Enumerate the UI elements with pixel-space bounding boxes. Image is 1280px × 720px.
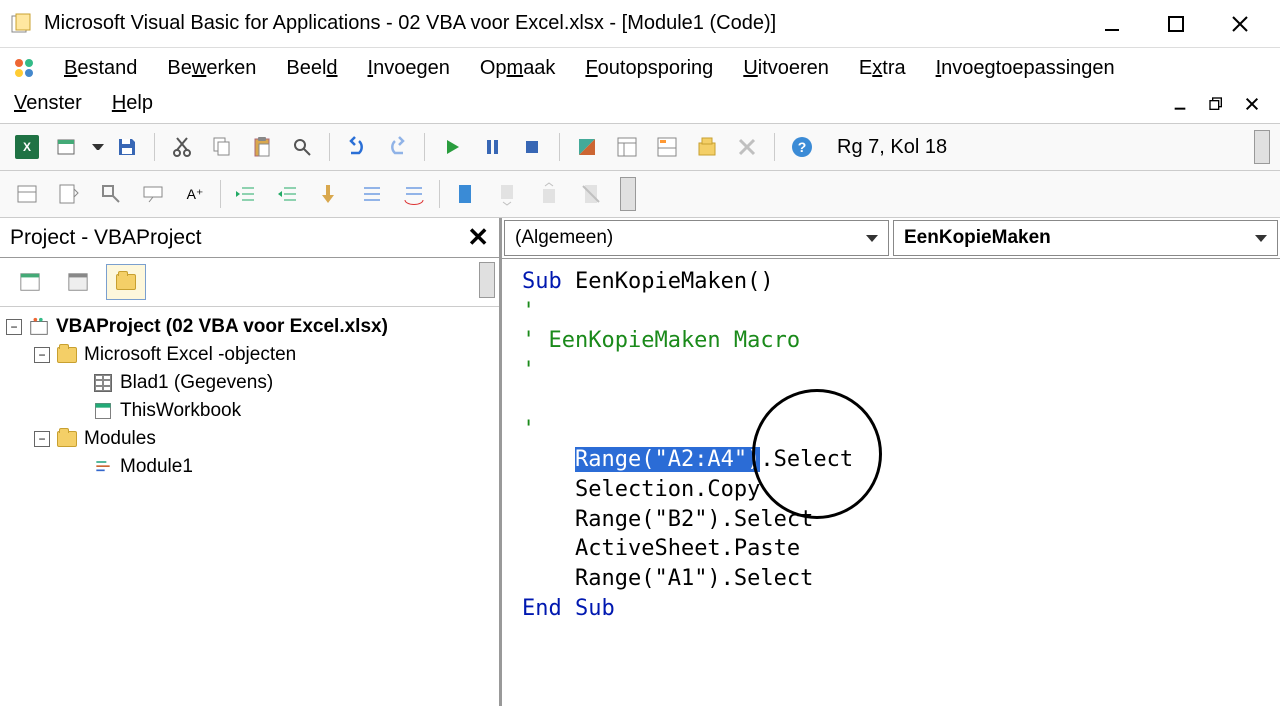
workbook-icon [92,400,114,422]
design-mode-button[interactable] [570,130,604,164]
maximize-button[interactable] [1156,4,1196,44]
tree-root[interactable]: VBAProject (02 VBA voor Excel.xlsx) [56,316,388,338]
vba-logo-icon [8,52,40,84]
object-dropdown-value: (Algemeen) [515,227,613,249]
app-icon [8,10,36,38]
chevron-down-icon [866,235,878,242]
parameter-info-button[interactable] [136,177,170,211]
project-explorer-button[interactable] [610,130,644,164]
stop-button[interactable] [515,130,549,164]
insert-button[interactable] [50,130,84,164]
menu-foutopsporing[interactable]: Foutopsporing [579,53,719,84]
menu-help[interactable]: Help [106,88,159,119]
toolbox-button[interactable] [730,130,764,164]
cut-button[interactable] [165,130,199,164]
paste-button[interactable] [245,130,279,164]
view-object-button[interactable] [58,264,98,300]
chevron-down-icon [1255,235,1267,242]
menu-extra[interactable]: Extra [853,53,912,84]
quick-info-button[interactable] [94,177,128,211]
menu-opmaak[interactable]: Opmaak [474,53,562,84]
project-explorer: Project - VBAProject ✕ − VBAProject (02 … [0,218,500,706]
tree-module1[interactable]: Module1 [120,456,193,478]
cursor-position: Rg 7, Kol 18 [825,136,959,159]
menu-invoegtoepassingen[interactable]: Invoegtoepassingen [930,53,1121,84]
project-tree: − VBAProject (02 VBA voor Excel.xlsx) − … [0,307,499,706]
mdi-close-button[interactable] [1240,92,1264,116]
tree-toggle[interactable]: − [34,347,50,363]
list-properties-button[interactable] [10,177,44,211]
title-bar: Microsoft Visual Basic for Applications … [0,0,1280,48]
breakpoint-button[interactable] [313,177,347,211]
complete-word-button[interactable]: A⁺ [178,177,212,211]
standard-toolbar: X ? Rg 7, Kol 18 [0,123,1280,171]
menu-venster[interactable]: Venster [8,88,88,119]
properties-button[interactable] [650,130,684,164]
code-pane: (Algemeen) EenKopieMaken Sub EenKopieMak… [500,218,1280,706]
view-code-button[interactable] [10,264,50,300]
menu-invoegen[interactable]: Invoegen [362,53,456,84]
svg-text:?: ? [798,139,807,155]
vbaproject-icon [28,316,50,338]
menu-bestand[interactable]: Bestand [58,53,143,84]
tree-modules[interactable]: Modules [84,428,156,450]
code-editor[interactable]: Sub EenKopieMaken() ' ' EenKopieMaken Ma… [502,259,1280,706]
pause-button[interactable] [475,130,509,164]
close-button[interactable] [1220,4,1260,44]
tree-sheet1[interactable]: Blad1 (Gegevens) [120,372,273,394]
copy-button[interactable] [205,130,239,164]
tree-excel-objects[interactable]: Microsoft Excel -objecten [84,344,296,366]
object-browser-button[interactable] [690,130,724,164]
undo-button[interactable] [340,130,374,164]
uncomment-block-button[interactable] [397,177,431,211]
project-pane-title: Project - VBAProject [10,226,201,250]
project-toolbar-scroll-icon[interactable] [479,262,495,298]
mdi-restore-button[interactable] [1204,92,1228,116]
menu-bewerken[interactable]: Bewerken [161,53,262,84]
redo-button[interactable] [380,130,414,164]
toggle-bookmark-button[interactable] [448,177,482,211]
run-button[interactable] [435,130,469,164]
toggle-folders-button[interactable] [106,264,146,300]
toolbar-overflow-icon[interactable] [1254,130,1270,164]
procedure-dropdown[interactable]: EenKopieMaken [893,220,1278,256]
window-title: Microsoft Visual Basic for Applications … [44,12,1092,35]
find-button[interactable] [285,130,319,164]
prev-bookmark-button[interactable] [532,177,566,211]
tree-toggle[interactable]: − [34,431,50,447]
menu-beeld[interactable]: Beeld [280,53,343,84]
help-button[interactable]: ? [785,130,819,164]
view-excel-button[interactable]: X [10,130,44,164]
toolbar2-overflow-icon[interactable] [620,177,636,211]
folder-icon [56,344,78,366]
module-icon [92,456,114,478]
comment-block-button[interactable] [355,177,389,211]
next-bookmark-button[interactable] [490,177,524,211]
worksheet-icon [92,372,114,394]
project-close-button[interactable]: ✕ [467,222,489,253]
clear-bookmarks-button[interactable] [574,177,608,211]
object-dropdown[interactable]: (Algemeen) [504,220,889,256]
save-button[interactable] [110,130,144,164]
edit-toolbar: A⁺ [0,171,1280,218]
list-constants-button[interactable] [52,177,86,211]
outdent-button[interactable] [271,177,305,211]
minimize-button[interactable] [1092,4,1132,44]
mdi-minimize-button[interactable] [1168,92,1192,116]
folder-icon [56,428,78,450]
procedure-dropdown-value: EenKopieMaken [904,227,1051,249]
menu-bar: Bestand Bewerken Beeld Invoegen Opmaak F… [0,48,1280,88]
tree-toggle[interactable]: − [6,319,22,335]
insert-dropdown-icon[interactable] [92,144,104,150]
menu-uitvoeren[interactable]: Uitvoeren [737,53,835,84]
indent-button[interactable] [229,177,263,211]
tree-workbook[interactable]: ThisWorkbook [120,400,241,422]
